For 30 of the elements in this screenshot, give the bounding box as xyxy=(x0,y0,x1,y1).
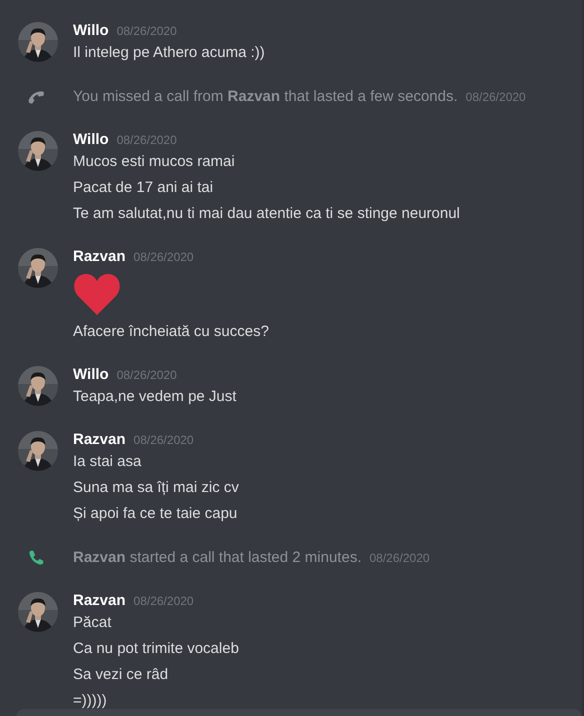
call-notice: You missed a call from Razvan that lasted a few seconds. xyxy=(73,87,458,107)
timestamp: 08/26/2020 xyxy=(370,550,430,567)
message-text: Ca nu pot trimite vocaleb xyxy=(73,639,240,659)
message-text: Suna ma sa îți mai zic cv xyxy=(73,478,240,498)
message-text: Păcat xyxy=(73,613,112,633)
username[interactable]: Willo xyxy=(73,130,109,150)
message-text: Te am salutat,nu ti mai dau atentie ca ti se stinge neuronul xyxy=(73,204,461,224)
timestamp: 08/26/2020 xyxy=(134,249,194,266)
username[interactable]: Willo xyxy=(73,365,109,385)
message-text: Teapa,ne vedem pe Just xyxy=(73,387,238,407)
heart-icon xyxy=(73,273,121,315)
call-notice: Razvan started a call that lasted 2 minutes. xyxy=(73,548,362,568)
username[interactable]: Razvan xyxy=(73,247,126,267)
timestamp: 08/26/2020 xyxy=(116,367,177,384)
username[interactable]: Razvan xyxy=(73,591,126,611)
message-text: Ia stai asa xyxy=(73,452,142,472)
message-text: Sa vezi ce râd xyxy=(73,665,170,685)
message-text: Mucos esti mucos ramai xyxy=(73,152,236,172)
username[interactable]: Willo xyxy=(73,21,109,41)
timestamp: 08/26/2020 xyxy=(116,23,177,40)
message-text: Pacat de 17 ani ai tai xyxy=(73,178,214,198)
message-text: Și apoi fa ce te taie capu xyxy=(73,504,238,524)
timestamp: 08/26/2020 xyxy=(134,593,194,610)
timestamp: 08/26/2020 xyxy=(116,132,177,149)
timestamp: 08/26/2020 xyxy=(134,432,194,449)
message-text: Afacere încheiată cu succes? xyxy=(73,322,270,342)
message-text: =))))) xyxy=(73,691,108,711)
message-text: Il inteleg pe Athero acuma :)) xyxy=(73,43,266,63)
timestamp: 08/26/2020 xyxy=(466,89,526,106)
username[interactable]: Razvan xyxy=(73,430,126,450)
